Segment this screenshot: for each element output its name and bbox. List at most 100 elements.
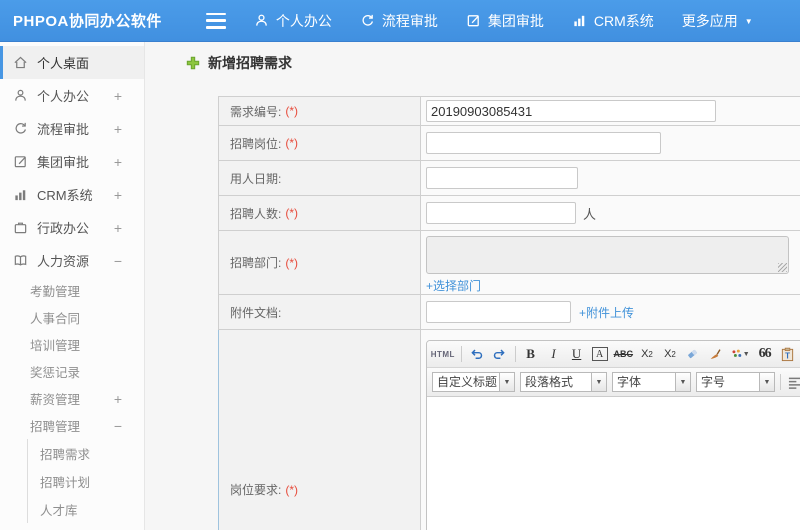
field-label: 用人日期:	[219, 161, 421, 195]
nav-personal-office[interactable]: 个人办公	[254, 11, 332, 31]
sidebar-item-talent-pool[interactable]: 人才库	[28, 495, 144, 523]
form-row-headcount: 招聘人数: (*) 人	[218, 196, 800, 231]
italic-button[interactable]: I	[546, 344, 562, 364]
expand-toggle-icon[interactable]: +	[114, 187, 122, 203]
sidebar-item-label: 招聘管理	[30, 420, 81, 434]
field-label: 招聘岗位: (*)	[219, 126, 421, 160]
position-input[interactable]	[426, 132, 661, 154]
html-source-button[interactable]: HTML	[431, 344, 455, 364]
form-row-request-number: 需求编号: (*)	[218, 96, 800, 126]
expand-toggle-icon[interactable]: +	[114, 154, 122, 170]
eraser-icon	[688, 349, 698, 359]
caret-down-icon: ▼	[592, 372, 607, 392]
sidebar-item-human-resources[interactable]: 人力资源 −	[0, 244, 144, 277]
attachment-upload-link[interactable]: +附件上传	[579, 304, 634, 321]
toolbar-separator	[460, 346, 462, 362]
undo-button[interactable]	[469, 344, 485, 364]
char-border-button[interactable]: A	[591, 347, 608, 361]
headcount-input[interactable]	[426, 202, 576, 224]
align-left-icon	[788, 377, 800, 389]
sidebar-item-personal-office[interactable]: 个人办公 +	[0, 79, 144, 112]
sidebar-item-personal-desktop[interactable]: 个人桌面	[0, 46, 144, 79]
department-textarea[interactable]	[426, 236, 789, 274]
sidebar-item-hr-contract[interactable]: 人事合同	[0, 304, 144, 331]
sidebar-item-crm-system[interactable]: CRM系统 +	[0, 178, 144, 211]
sidebar-item-salary-mgmt[interactable]: 薪资管理 +	[0, 385, 144, 412]
rich-text-editor: HTML B I U A ABC X2 X2 ▼ 66 T 自定义标题 ▼ 段落…	[426, 340, 800, 530]
attachment-input[interactable]	[426, 301, 571, 323]
sidebar-item-workflow-approval[interactable]: 流程审批 +	[0, 112, 144, 145]
editor-toolbar-row2: 自定义标题 ▼ 段落格式 ▼ 字体 ▼ 字号 ▼	[427, 368, 800, 397]
superscript-button[interactable]: X2	[639, 344, 655, 364]
strikethrough-button[interactable]: ABC	[614, 344, 634, 364]
brush-icon	[711, 349, 722, 359]
sidebar-item-recruit-request[interactable]: 招聘需求	[28, 439, 144, 467]
sidebar-item-reward-punish[interactable]: 奖惩记录	[0, 358, 144, 385]
font-family-select[interactable]: 字体 ▼	[612, 372, 691, 392]
font-size-select[interactable]: 字号 ▼	[696, 372, 775, 392]
edit-icon	[14, 156, 26, 168]
nav-more-apps[interactable]: 更多应用 ▼	[682, 11, 753, 31]
format-brush-button[interactable]	[708, 344, 724, 364]
redo-button[interactable]	[492, 344, 508, 364]
sidebar-item-recruit-mgmt[interactable]: 招聘管理 −	[0, 412, 144, 439]
paste-text-button[interactable]: T	[780, 344, 796, 364]
required-marker: (*)	[285, 206, 299, 220]
field-label: 岗位要求: (*)	[219, 330, 421, 530]
align-left-button[interactable]	[786, 372, 800, 392]
nav-crm-system[interactable]: CRM系统	[572, 11, 654, 31]
nav-label: 集团审批	[487, 12, 544, 29]
nav-group-approval[interactable]: 集团审批	[466, 11, 544, 31]
workflow-icon	[362, 14, 373, 26]
required-marker: (*)	[285, 136, 299, 150]
top-nav: 个人办公 流程审批 集团审批 CRM系统 更多应用 ▼	[254, 11, 753, 31]
caret-down-icon: ▼	[500, 372, 515, 392]
field-label: 招聘部门: (*)	[219, 231, 421, 294]
sidebar-item-training-mgmt[interactable]: 培训管理	[0, 331, 144, 358]
underline-button[interactable]: U	[569, 344, 585, 364]
eraser-button[interactable]	[685, 344, 701, 364]
sidebar-item-label: 集团审批	[37, 155, 90, 170]
collapse-toggle-icon[interactable]: −	[114, 418, 122, 434]
book-icon	[14, 255, 27, 266]
paint-icon	[732, 349, 742, 357]
editor-toolbar-row1: HTML B I U A ABC X2 X2 ▼ 66 T	[427, 341, 800, 368]
svg-text:T: T	[785, 351, 790, 360]
bold-button[interactable]: B	[523, 344, 539, 364]
sidebar-item-label: 行政办公	[37, 221, 90, 236]
blockquote-button[interactable]: 66	[757, 344, 773, 364]
expand-toggle-icon[interactable]: +	[114, 88, 122, 104]
request-number-input[interactable]	[426, 100, 716, 122]
form-row-position: 招聘岗位: (*)	[218, 126, 800, 161]
sidebar-item-admin-office[interactable]: 行政办公 +	[0, 211, 144, 244]
custom-title-select[interactable]: 自定义标题 ▼	[432, 372, 515, 392]
choose-department-link[interactable]: +选择部门	[426, 277, 481, 294]
paragraph-format-select[interactable]: 段落格式 ▼	[520, 372, 607, 392]
sidebar-item-recruit-plan[interactable]: 招聘计划	[28, 467, 144, 495]
nav-label: CRM系统	[593, 12, 654, 29]
hire-date-input[interactable]	[426, 167, 578, 189]
workflow-icon	[15, 122, 26, 134]
recruit-submenu: 招聘需求 招聘计划 人才库	[27, 439, 144, 523]
sidebar-item-group-approval[interactable]: 集团审批 +	[0, 145, 144, 178]
sidebar-item-label: 人才库	[40, 503, 78, 518]
nav-workflow-approval[interactable]: 流程审批	[360, 11, 438, 31]
paint-format-dropdown-button[interactable]: ▼	[731, 344, 750, 364]
home-icon	[14, 56, 27, 69]
required-marker: (*)	[285, 104, 299, 118]
subscript-button[interactable]: X2	[662, 344, 678, 364]
clipboard-icon: T	[782, 347, 794, 361]
expand-toggle-icon[interactable]: +	[114, 121, 122, 137]
editor-content-area[interactable]	[427, 397, 800, 530]
add-plus-icon	[186, 56, 200, 70]
sidebar-item-attendance-mgmt[interactable]: 考勤管理	[0, 277, 144, 304]
collapse-toggle-icon[interactable]: −	[114, 253, 122, 269]
sidebar-item-label: 培训管理	[30, 339, 81, 353]
expand-toggle-icon[interactable]: +	[114, 220, 122, 236]
resize-grip-icon[interactable]	[778, 263, 787, 272]
expand-toggle-icon[interactable]: +	[114, 391, 122, 407]
menu-toggle-icon[interactable]	[205, 12, 226, 29]
nav-label: 流程审批	[381, 12, 438, 29]
sidebar-item-label: 奖惩记录	[30, 366, 81, 380]
person-icon	[256, 14, 267, 26]
